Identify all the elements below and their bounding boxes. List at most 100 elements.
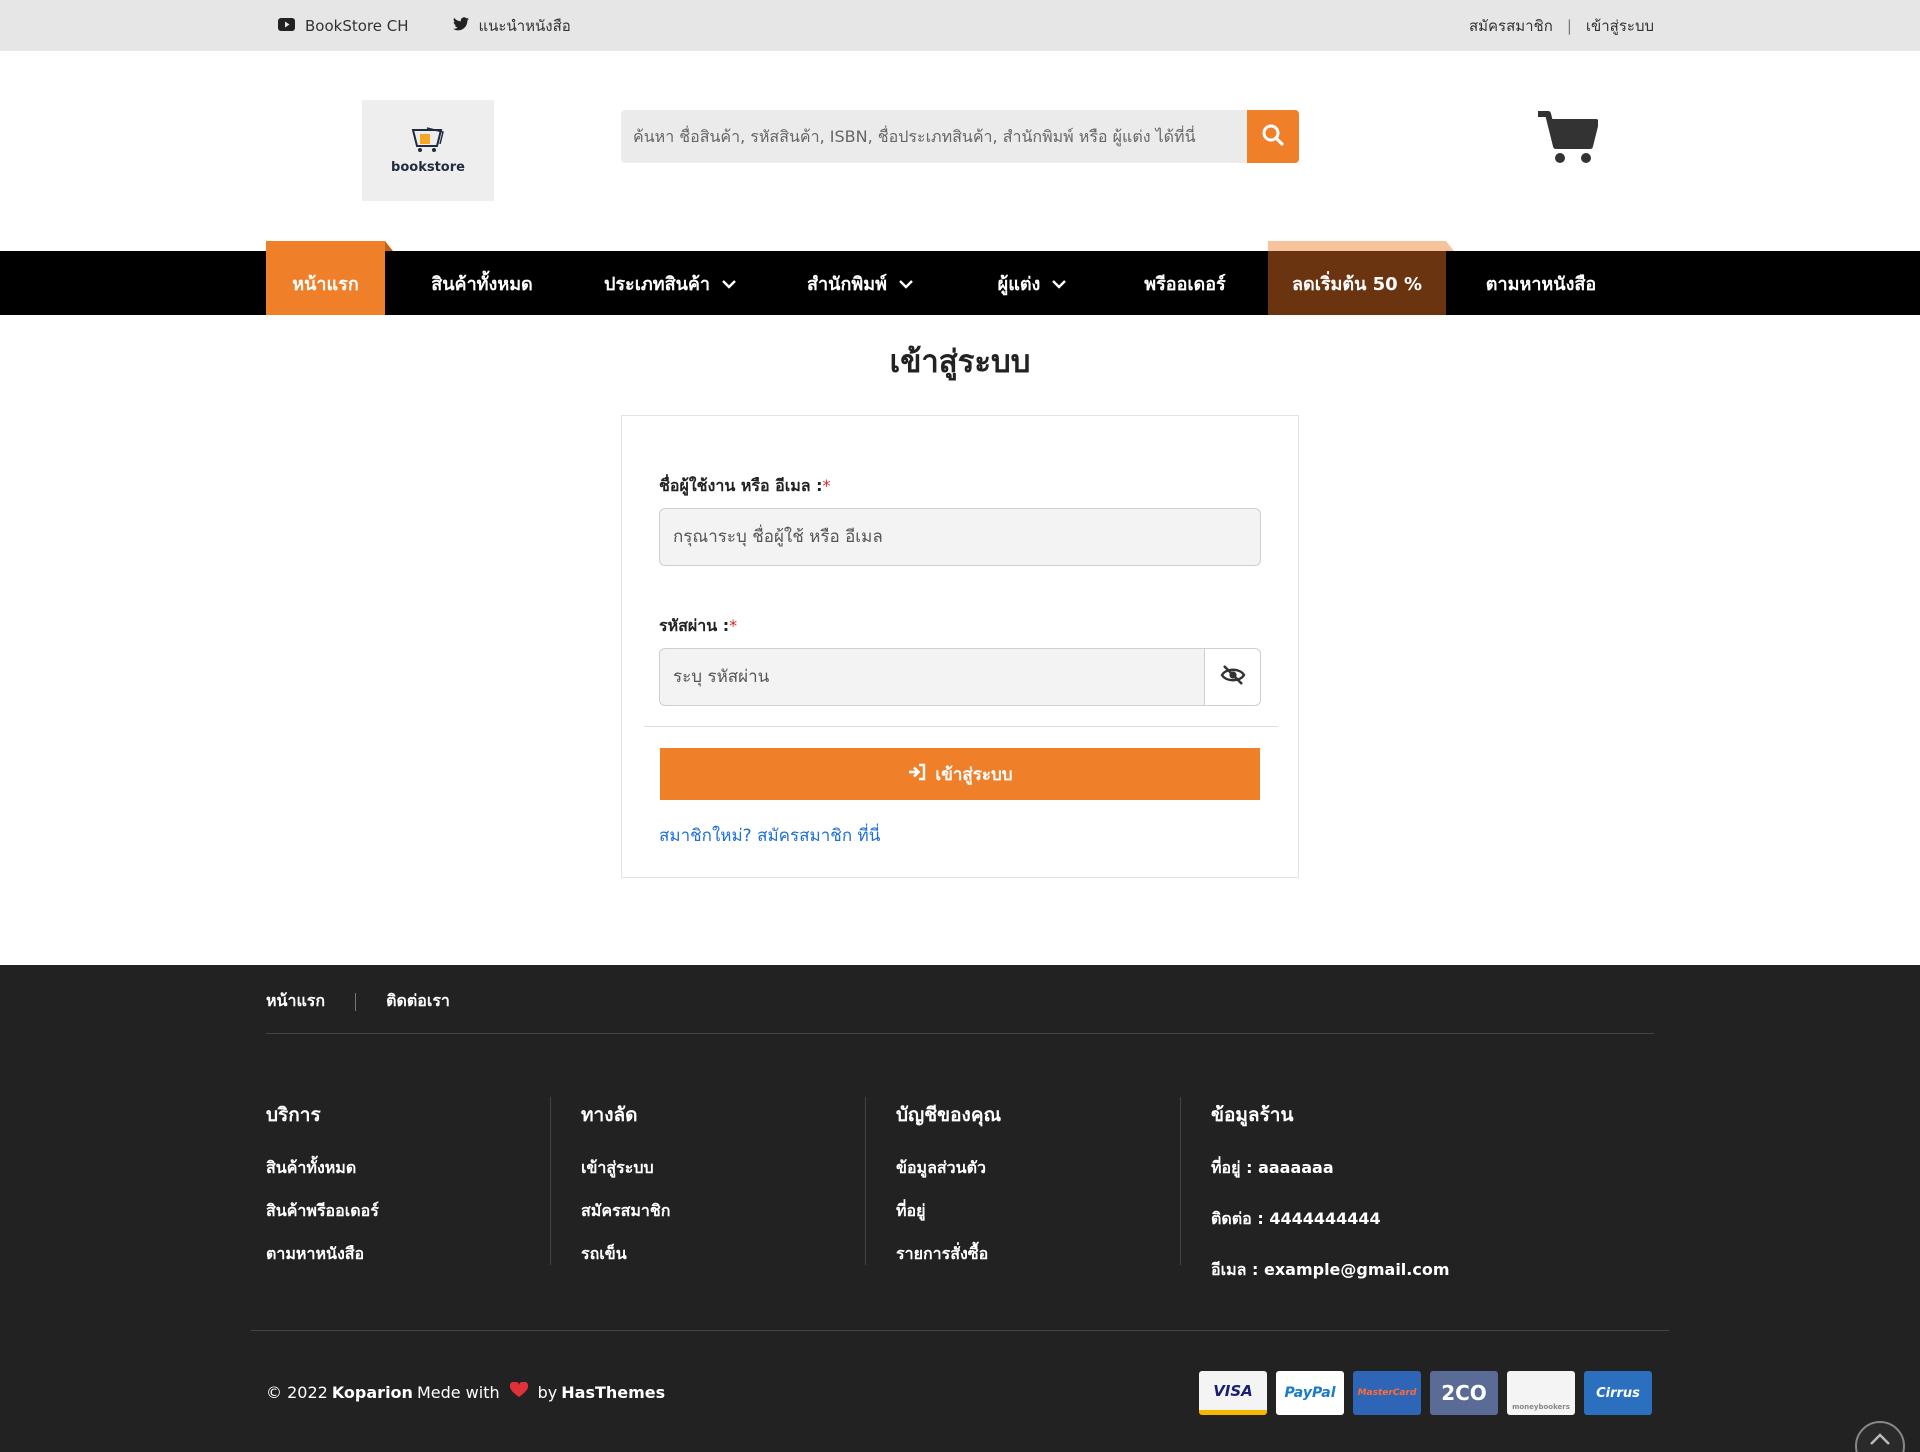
username-label-text: ชื่อผู้ใช้งาน หรือ อีเมล : xyxy=(659,476,823,495)
nav-home[interactable]: หน้าแรก xyxy=(266,241,393,315)
footer-link-address[interactable]: ที่อยู่ xyxy=(896,1199,1196,1224)
youtube-link[interactable]: BookStore CH xyxy=(278,17,409,35)
moneybookers-logo: moneybookers xyxy=(1507,1371,1575,1415)
divider xyxy=(644,726,1278,727)
footer-contact-link[interactable]: ติดต่อเรา xyxy=(386,989,450,1014)
twitter-link[interactable]: แนะนำหนังสือ xyxy=(452,14,571,38)
username-label: ชื่อผู้ใช้งาน หรือ อีเมล :* xyxy=(659,474,831,499)
copyright-brand: Koparion xyxy=(331,1382,413,1402)
chevron-up-icon xyxy=(1869,1431,1891,1450)
password-label-text: รหัสผ่าน : xyxy=(659,616,730,635)
book-cart-icon xyxy=(407,126,449,158)
chevron-down-icon xyxy=(1052,273,1067,294)
footer-link-preorder[interactable]: สินค้าพรีออเดอร์ xyxy=(266,1199,566,1224)
footer: หน้าแรก ติดต่อเรา บริการ สินค้าทั้งหมด ส… xyxy=(0,965,1920,1452)
nav-all-products[interactable]: สินค้าทั้งหมด xyxy=(405,251,559,315)
login-submit-label: เข้าสู่ระบบ xyxy=(935,764,1013,785)
required-mark: * xyxy=(822,476,831,495)
mastercard-logo: MasterCard xyxy=(1353,1371,1421,1415)
paypal-logo: PayPal xyxy=(1276,1371,1344,1415)
footer-col-shortcuts: ทางลัด เข้าสู่ระบบ สมัครสมาชิก รถเข็น xyxy=(581,1100,881,1285)
footer-link-find-book[interactable]: ตามหาหนังสือ xyxy=(266,1242,566,1267)
cart-button[interactable] xyxy=(1536,110,1600,166)
footer-link-all-products[interactable]: สินค้าทั้งหมด xyxy=(266,1156,566,1181)
divider xyxy=(865,1097,866,1265)
footer-link-cart[interactable]: รถเข็น xyxy=(581,1242,881,1267)
footer-link-profile[interactable]: ข้อมูลส่วนตัว xyxy=(896,1156,1196,1181)
nav-find-book[interactable]: ตามหาหนังสือ xyxy=(1456,251,1626,315)
separator: | xyxy=(1566,16,1572,35)
nav-authors[interactable]: ผู้แต่ง xyxy=(982,251,1082,315)
nav-authors-label: ผู้แต่ง xyxy=(997,273,1041,295)
search-button[interactable] xyxy=(1247,110,1299,163)
footer-col-title: บัญชีของคุณ xyxy=(896,1104,1002,1126)
copyright-made: Mede with xyxy=(416,1382,500,1402)
login-link-top[interactable]: เข้าสู่ระบบ xyxy=(1586,14,1654,38)
footer-col-store-info: ข้อมูลร้าน ที่อยู่ : aaaaaaa ติดต่อ : 44… xyxy=(1211,1100,1511,1309)
nav-publishers[interactable]: สำนักพิมพ์ xyxy=(790,251,930,315)
nav-sale-label: ลดเริ่มต้น 50 % xyxy=(1291,273,1423,295)
password-input[interactable] xyxy=(659,648,1205,706)
chevron-down-icon xyxy=(722,273,736,294)
separator xyxy=(355,992,357,1011)
visa-logo: VISA xyxy=(1199,1371,1267,1415)
nav-categories-label: ประเภทสินค้า xyxy=(603,273,711,295)
page-title: เข้าสู่ระบบ xyxy=(889,344,1031,380)
footer-col-account: บัญชีของคุณ ข้อมูลส่วนตัว ที่อยู่ รายการ… xyxy=(896,1100,1196,1285)
register-link-top[interactable]: สมัครสมาชิก xyxy=(1469,14,1553,38)
divider xyxy=(251,1330,1669,1331)
footer-link-register[interactable]: สมัครสมาชิก xyxy=(581,1199,881,1224)
nav-all-products-label: สินค้าทั้งหมด xyxy=(431,273,533,295)
twitter-icon xyxy=(452,16,469,35)
social-links: BookStore CH แนะนำหนังสือ xyxy=(278,0,571,51)
footer-link-orders[interactable]: รายการสั่งซื้อ xyxy=(896,1242,1196,1267)
footer-col-services: บริการ สินค้าทั้งหมด สินค้าพรีออเดอร์ ตา… xyxy=(266,1100,566,1285)
nav-preorder[interactable]: พรีออเดอร์ xyxy=(1120,251,1250,315)
nav-categories[interactable]: ประเภทสินค้า xyxy=(585,251,755,315)
site-logo[interactable]: bookstore xyxy=(362,100,494,201)
toggle-password-button[interactable] xyxy=(1204,648,1261,706)
search-input[interactable] xyxy=(621,110,1247,163)
copyright-by: by xyxy=(537,1382,558,1402)
top-bar: BookStore CH แนะนำหนังสือ สมัครสมาชิก | … xyxy=(0,0,1920,51)
chevron-down-icon xyxy=(899,273,913,294)
search-bar xyxy=(621,110,1299,163)
login-card: ชื่อผู้ใช้งาน หรือ อีเมล :* รหัสผ่าน :* … xyxy=(621,415,1299,878)
heart-icon xyxy=(509,1381,528,1402)
required-mark: * xyxy=(729,616,738,635)
footer-col-title: บริการ xyxy=(266,1104,321,1126)
register-link[interactable]: สมาชิกใหม่? สมัครสมาชิก ที่นี่ xyxy=(659,822,880,849)
nav-find-book-label: ตามหาหนังสือ xyxy=(1485,273,1597,295)
youtube-icon xyxy=(278,17,295,35)
copyright-year: © 2022 xyxy=(266,1382,328,1402)
youtube-link-label: BookStore CH xyxy=(305,16,409,35)
sign-in-icon xyxy=(907,763,927,786)
copyright: © 2022 Koparion Mede with by HasThemes xyxy=(266,1381,665,1402)
store-email: อีเมล : example@gmail.com xyxy=(1211,1260,1450,1279)
search-icon xyxy=(1261,123,1285,151)
login-submit-button[interactable]: เข้าสู่ระบบ xyxy=(660,748,1260,800)
nav-preorder-label: พรีออเดอร์ xyxy=(1144,273,1226,295)
nav-home-label: หน้าแรก xyxy=(292,273,359,295)
divider xyxy=(266,1033,1654,1034)
divider xyxy=(550,1097,551,1265)
2co-logo: 2CO xyxy=(1430,1371,1498,1415)
footer-col-title: ทางลัด xyxy=(581,1104,638,1126)
username-input[interactable] xyxy=(659,508,1261,566)
footer-col-title: ข้อมูลร้าน xyxy=(1211,1104,1294,1126)
footer-link-login[interactable]: เข้าสู่ระบบ xyxy=(581,1156,881,1181)
store-address: ที่อยู่ : aaaaaaa xyxy=(1211,1158,1334,1177)
main-nav: หน้าแรก สินค้าทั้งหมด ประเภทสินค้า สำนัก… xyxy=(0,241,1920,315)
eye-slash-icon xyxy=(1220,664,1246,690)
cirrus-logo: Cirrus xyxy=(1584,1371,1652,1415)
logo-text: bookstore xyxy=(391,160,465,175)
nav-publishers-label: สำนักพิมพ์ xyxy=(807,273,887,295)
twitter-link-label: แนะนำหนังสือ xyxy=(478,16,571,35)
footer-home-link[interactable]: หน้าแรก xyxy=(266,989,325,1014)
password-label: รหัสผ่าน :* xyxy=(659,614,737,639)
cart-icon xyxy=(1536,111,1599,170)
nav-sale[interactable]: ลดเริ่มต้น 50 % xyxy=(1268,241,1454,315)
account-links: สมัครสมาชิก | เข้าสู่ระบบ xyxy=(1469,0,1654,51)
divider xyxy=(1180,1097,1181,1265)
payment-methods: VISA PayPal MasterCard 2CO moneybookers … xyxy=(1199,1371,1652,1415)
